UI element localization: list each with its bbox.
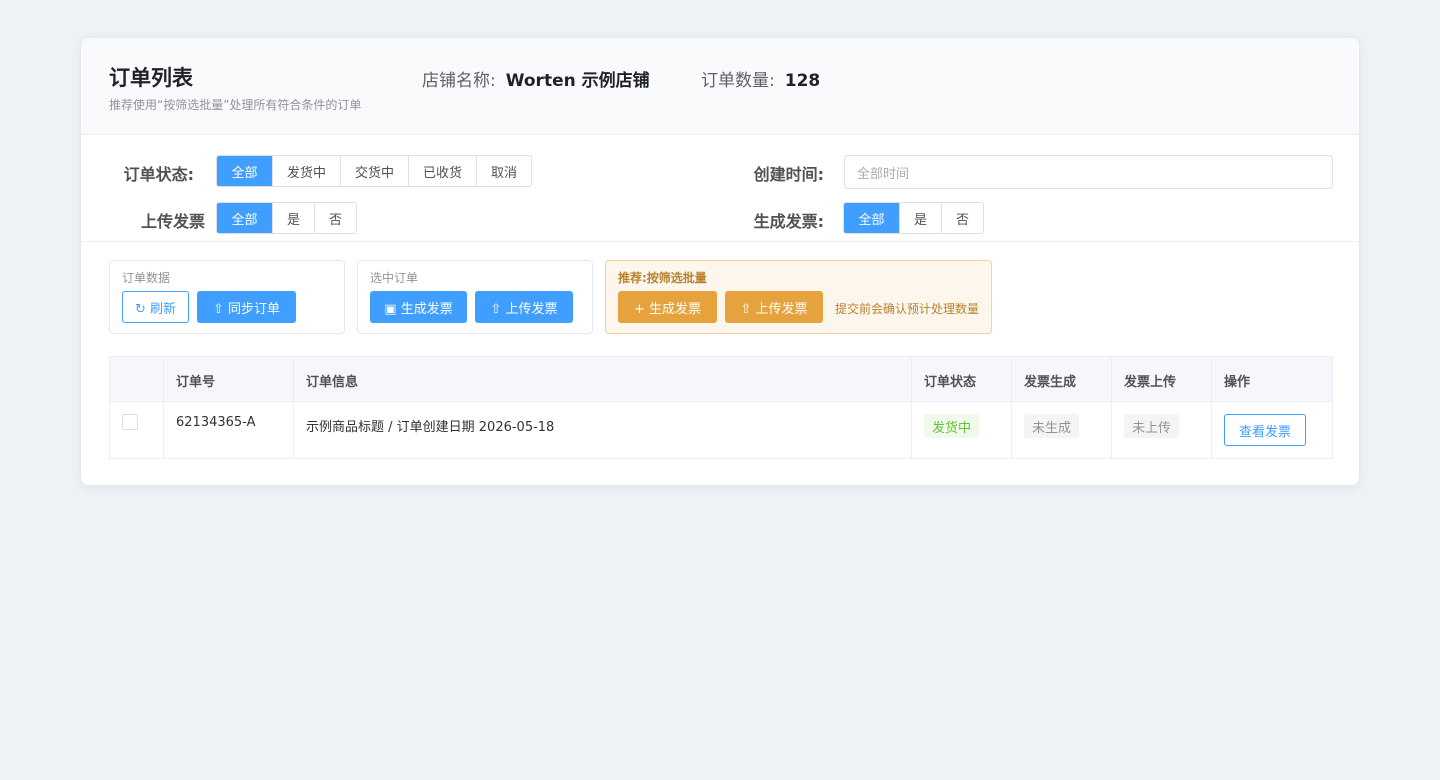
recommended-group-label: 推荐:按筛选批量	[618, 271, 707, 285]
invoice-generated-badge: 未生成	[1024, 414, 1080, 438]
order-no-cell: 62134365-A	[176, 415, 256, 430]
column-divider	[1111, 357, 1112, 401]
generate-invoice-option-no[interactable]: 否	[941, 203, 983, 233]
header-invoice-uploaded: 发票上传	[1124, 375, 1177, 390]
order-status-option-delivering[interactable]: 交货中	[340, 156, 408, 186]
generate-invoice-option-all[interactable]: 全部	[844, 203, 899, 233]
recommended-batch-group: 推荐:按筛选批量 + 生成发票 ⇧ 上传发票 提交前会确认预计处理数量	[605, 260, 992, 334]
table-row: 62134365-A 示例商品标题 / 订单创建日期 2026-05-18 发货…	[110, 402, 1332, 458]
column-divider	[911, 402, 912, 458]
created-time-input[interactable]: 全部时间	[844, 155, 1333, 189]
order-data-group: 订单数据 ↻ 刷新 ⇧ 同步订单	[109, 260, 345, 334]
column-divider	[293, 402, 294, 458]
selected-generate-invoice-button[interactable]: ▣ 生成发票	[370, 291, 467, 323]
view-invoice-button[interactable]: 查看发票	[1224, 414, 1306, 446]
column-divider	[163, 357, 164, 401]
column-divider	[911, 357, 912, 401]
column-divider	[1211, 402, 1212, 458]
generate-invoice-label: 生成发票:	[753, 212, 824, 231]
row-checkbox[interactable]	[122, 414, 138, 430]
column-divider	[293, 357, 294, 401]
upload-invoice-option-all[interactable]: 全部	[217, 203, 272, 233]
upload-invoice-label: 上传发票	[140, 212, 205, 231]
header-actions: 操作	[1224, 375, 1251, 390]
upload-invoice-filter: 全部 是 否	[216, 202, 357, 234]
column-divider	[1211, 357, 1212, 401]
batch-hint: 提交前会确认预计处理数量	[835, 302, 980, 316]
orders-table: 订单号 订单信息 订单状态 发票生成 发票上传 操作 62134365-A 示例…	[109, 356, 1333, 459]
invoice-uploaded-badge: 未上传	[1124, 414, 1180, 438]
order-status-option-all[interactable]: 全部	[217, 156, 272, 186]
column-divider	[1011, 402, 1012, 458]
header-order-status: 订单状态	[924, 375, 977, 390]
header-invoice-generated: 发票生成	[1024, 375, 1077, 390]
header-order-no: 订单号	[176, 375, 216, 390]
page-header: 订单列表 推荐使用“按筛选批量”处理所有符合条件的订单 店铺名称: Worten …	[81, 38, 1359, 135]
store-info: 店铺名称: Worten 示例店铺	[422, 66, 650, 91]
store-value: Worten 示例店铺	[505, 71, 650, 91]
page-title: 订单列表	[109, 66, 193, 90]
sync-orders-button[interactable]: ⇧ 同步订单	[197, 291, 296, 323]
order-status-option-shipping[interactable]: 发货中	[272, 156, 340, 186]
order-info-cell: 示例商品标题 / 订单创建日期 2026-05-18	[306, 420, 555, 435]
order-count-value: 128	[784, 71, 821, 91]
order-count-info: 订单数量: 128	[701, 66, 820, 91]
column-divider	[1111, 402, 1112, 458]
selected-orders-group-label: 选中订单	[370, 271, 419, 285]
selected-orders-group: 选中订单 ▣ 生成发票 ⇧ 上传发票	[357, 260, 593, 334]
table-header: 订单号 订单信息 订单状态 发票生成 发票上传 操作	[110, 357, 1332, 402]
order-list-card: 订单列表 推荐使用“按筛选批量”处理所有符合条件的订单 店铺名称: Worten …	[80, 37, 1360, 486]
column-divider	[1011, 357, 1012, 401]
order-status-option-received[interactable]: 已收货	[408, 156, 476, 186]
order-status-filter: 全部 发货中 交货中 已收货 取消	[216, 155, 532, 187]
refresh-button[interactable]: ↻ 刷新	[122, 291, 189, 323]
upload-invoice-option-yes[interactable]: 是	[272, 203, 314, 233]
column-divider	[163, 402, 164, 458]
created-time-label: 创建时间:	[753, 165, 824, 184]
generate-invoice-option-yes[interactable]: 是	[899, 203, 941, 233]
order-data-group-label: 订单数据	[122, 271, 171, 285]
order-status-label: 订单状态:	[123, 165, 194, 184]
page-subtitle: 推荐使用“按筛选批量”处理所有符合条件的订单	[109, 98, 362, 112]
store-label: 店铺名称:	[422, 71, 496, 91]
order-count-label: 订单数量:	[701, 71, 775, 91]
upload-invoice-option-no[interactable]: 否	[314, 203, 356, 233]
batch-generate-invoice-button[interactable]: + 生成发票	[618, 291, 717, 323]
order-status-option-cancelled[interactable]: 取消	[476, 156, 531, 186]
selected-upload-invoice-button[interactable]: ⇧ 上传发票	[475, 291, 573, 323]
generate-invoice-filter: 全部 是 否	[843, 202, 984, 234]
header-order-info: 订单信息	[306, 375, 359, 390]
order-status-badge: 发货中	[924, 414, 980, 438]
batch-upload-invoice-button[interactable]: ⇧ 上传发票	[725, 291, 823, 323]
